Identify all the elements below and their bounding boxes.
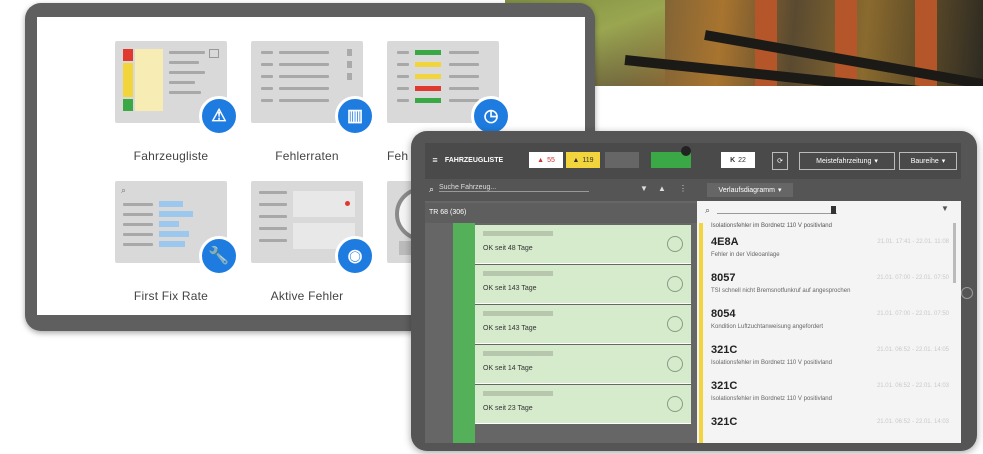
status-circle-icon[interactable] xyxy=(667,276,683,292)
refresh-button[interactable]: ⟳ xyxy=(772,152,788,170)
vehicle-card[interactable]: OK seit 143 Tage xyxy=(475,305,691,344)
filter-icon[interactable]: ▼ xyxy=(640,184,648,193)
app-title: FAHRZEUGLISTE xyxy=(444,156,504,164)
gauge-icon: ◉ xyxy=(335,236,375,276)
clock-icon: ◷ xyxy=(471,96,511,136)
menu-icon[interactable]: ≡ xyxy=(431,152,439,168)
series-dropdown[interactable]: Baureihe ▾ xyxy=(899,152,957,170)
chart-icon: ▥ xyxy=(335,96,375,136)
toggle-circle-icon[interactable] xyxy=(681,146,691,156)
warning-icon: ▲ xyxy=(537,156,545,164)
error-item[interactable]: 321C 21.01. 06:52 - 22.01. 14:03 xyxy=(711,413,957,443)
group-status-bar xyxy=(453,223,475,443)
k-icon: K xyxy=(730,156,736,164)
vehicle-list: TR 68 (306) OK seit 48 Tage OK seit 143 … xyxy=(425,201,701,443)
sort-icon[interactable]: ▲ xyxy=(658,184,666,193)
chevron-down-icon: ▾ xyxy=(941,158,946,165)
warning-icon: ▲ xyxy=(572,156,580,164)
warning-icon: ⚠ xyxy=(199,96,239,136)
home-button[interactable] xyxy=(961,287,973,299)
error-item[interactable]: 321C Isolationsfehler im Bordnetz 110 V … xyxy=(711,377,957,417)
tile-label: Fahrzeugliste xyxy=(133,149,209,163)
status-chip-k[interactable]: K 22 xyxy=(721,152,755,168)
status-circle-icon[interactable] xyxy=(667,356,683,372)
vehicle-card[interactable]: OK seit 143 Tage xyxy=(475,265,691,304)
more-icon[interactable]: ⋮ xyxy=(679,184,687,193)
error-list: ⌕ ▼ Isolationsfehler im Bordnetz 110 V p… xyxy=(697,201,961,443)
clear-icon[interactable] xyxy=(831,206,836,214)
error-item[interactable]: 321C Isolationsfehler im Bordnetz 110 V … xyxy=(711,341,957,381)
error-intro-text: Isolationsfehler im Bordnetz 110 V posit… xyxy=(711,223,832,229)
tile-label: First Fix Rate xyxy=(133,289,209,303)
status-chip-critical[interactable]: ▲ 55 xyxy=(529,152,563,168)
vehicle-card[interactable]: OK seit 14 Tage xyxy=(475,345,691,384)
wrench-icon: 🔧 xyxy=(199,236,239,276)
severity-bar xyxy=(699,223,703,443)
vehicle-app-screen: ≡ FAHRZEUGLISTE ▲ 55 ▲ 119 K 22 ⟳ Meistefah… xyxy=(425,143,961,443)
search-icon: ⌕ xyxy=(429,184,435,194)
error-item[interactable]: 4E8A Fehler in der Videoanlage 21.01. 17… xyxy=(711,233,957,273)
filter-icon[interactable]: ▼ xyxy=(941,204,949,213)
subbar: ⌕ Suche Fahrzeug... ▼ ▲ ⋮ Verlaufsdiagra… xyxy=(425,179,961,201)
tile-label: Aktive Fehler xyxy=(270,289,344,303)
app-topbar: ≡ FAHRZEUGLISTE ▲ 55 ▲ 119 K 22 ⟳ Meistefah… xyxy=(425,143,961,179)
status-circle-icon[interactable] xyxy=(667,236,683,252)
error-item[interactable]: 8057 TSI schnell nicht Bremsnotfunkruf a… xyxy=(711,269,957,309)
search-icon[interactable]: ⌕ xyxy=(705,205,710,216)
vehicle-card[interactable]: OK seit 48 Tage xyxy=(475,225,691,264)
diagram-tab[interactable]: Verlaufsdiagramm ▾ xyxy=(707,183,793,197)
tile-label: Fehlerraten xyxy=(275,149,339,163)
chevron-down-icon: ▾ xyxy=(874,158,878,165)
vehicle-search-input[interactable]: Suche Fahrzeug... xyxy=(439,184,589,192)
status-chip-warning[interactable]: ▲ 119 xyxy=(566,152,600,168)
chevron-down-icon: ▾ xyxy=(777,187,782,194)
vehicle-card[interactable]: OK seit 23 Tage xyxy=(475,385,691,424)
error-item[interactable]: 8054 Kondition Luftzuchtanweisung angefo… xyxy=(711,305,957,345)
status-chip-neutral[interactable] xyxy=(605,152,639,168)
status-circle-icon[interactable] xyxy=(667,396,683,412)
error-search-input[interactable] xyxy=(717,213,837,214)
group-header: TR 68 (306) xyxy=(425,203,701,223)
tablet-frame: ≡ FAHRZEUGLISTE ▲ 55 ▲ 119 K 22 ⟳ Meistefah… xyxy=(411,131,977,451)
sort-dropdown[interactable]: Meistefahrzeitung ▾ xyxy=(799,152,895,170)
status-circle-icon[interactable] xyxy=(667,316,683,332)
